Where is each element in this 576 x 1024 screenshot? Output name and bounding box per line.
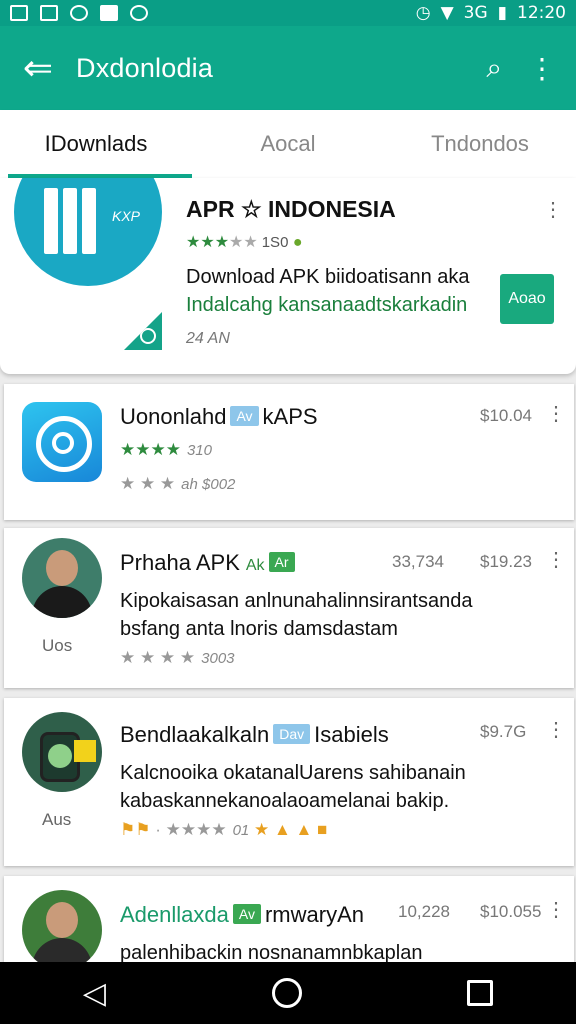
signal-text: 3G xyxy=(463,3,488,23)
item-title: Adenllaxda Av rmwaryAn xyxy=(120,902,364,927)
nav-home-button[interactable] xyxy=(271,978,302,1008)
featured-download-button[interactable]: Aoao xyxy=(500,274,554,324)
alarm-icon: ◷ xyxy=(415,3,431,23)
item-overflow-button[interactable]: ⋮ xyxy=(546,550,566,570)
tab-bar: IDownlads Aocal Tndondos xyxy=(0,110,576,178)
list-item[interactable]: Adenllaxda Av rmwaryAn 10,228 $10.055 ⋮ pa… xyxy=(4,876,574,962)
battery-icon: ▮ xyxy=(497,3,507,23)
navigation-bar: ◁ xyxy=(0,962,576,1024)
item-description-2: kabaskannekanoalaoamelanai bakip. xyxy=(120,790,450,812)
page-title: Dxdonlodia xyxy=(76,52,214,83)
face-icon xyxy=(130,5,148,21)
avatar xyxy=(22,712,102,792)
avatar xyxy=(22,890,102,962)
featured-size: 24 AN xyxy=(186,330,230,347)
item-rating: ⚑⚑ · ★★★★ 01 ★ ▲ ▲ ■ xyxy=(120,820,328,839)
status-bar: ◷ ▼ 3G ▮ 12:20 xyxy=(0,0,576,26)
featured-corner-icon xyxy=(124,312,162,350)
item-price: $10.04 xyxy=(480,406,532,425)
item-subtext: ★ ★ ★ ah $002 xyxy=(120,474,236,493)
list-item[interactable]: Uos Prhaha APK Ak Ar 33,734 $19.23 ⋮ Kipok… xyxy=(4,528,574,688)
item-price: $9.7G xyxy=(480,722,527,741)
item-badge: Av xyxy=(230,406,259,426)
wifi-icon: ▼ xyxy=(440,3,454,23)
featured-overflow-button[interactable]: ⋮ xyxy=(543,200,563,220)
item-overflow-button[interactable]: ⋮ xyxy=(546,404,566,424)
tab-trending[interactable]: Tndondos xyxy=(384,110,576,178)
featured-description-1: Download APK biidoatisann aka xyxy=(186,266,470,288)
app-logo-icon xyxy=(22,402,102,482)
app-bar: ⇐ Dxdonlodia ⌕ ⋮ xyxy=(0,26,576,110)
item-rating: ★ ★ ★ ★ 3003 xyxy=(120,648,235,667)
sync-icon xyxy=(70,5,88,21)
item-description-1: Kalcnooika okatanalUarens sahibanain xyxy=(120,762,466,784)
tab-local[interactable]: Aocal xyxy=(192,110,384,178)
back-arrow-icon: ⇐ xyxy=(22,47,54,88)
item-title: Prhaha APK Ak Ar xyxy=(120,550,299,576)
item-description-2: bsfang anta lnoris damsdastam xyxy=(120,618,398,640)
item-badge: Av xyxy=(232,904,261,924)
item-price: $10.055 xyxy=(480,902,542,921)
item-overflow-button[interactable]: ⋮ xyxy=(546,720,566,740)
item-description-1: palenhibackin nosnanamnbkaplan xyxy=(120,942,423,962)
tab-downloads[interactable]: IDownlads xyxy=(0,110,192,178)
clock: 12:20 xyxy=(517,3,566,23)
featured-description-2: Indalcahg kansanaadtskarkadin xyxy=(186,294,468,316)
item-badge: Ar xyxy=(268,552,295,572)
item-side-label: Aus xyxy=(42,810,72,829)
message-icon xyxy=(100,5,118,21)
nav-recents-button[interactable] xyxy=(467,980,494,1006)
search-button[interactable]: ⌕ xyxy=(486,52,502,85)
notification-icon xyxy=(10,5,28,21)
image-notification-icon xyxy=(40,5,58,21)
back-button[interactable]: ⇐ xyxy=(0,47,76,89)
item-overflow-button[interactable]: ⋮ xyxy=(546,900,566,920)
overflow-menu-button[interactable]: ⋮ xyxy=(528,52,556,85)
item-badge: Dav xyxy=(273,724,311,744)
featured-title: APR ☆ INDONESIA xyxy=(186,196,396,222)
list-item[interactable]: Uononlahd Av kAPS $10.04 ⋮ ★★★★ 310 ★ ★ ★ ah… xyxy=(4,384,574,520)
item-title: Bendlaakalkaln Dav Isabiels xyxy=(120,722,389,747)
item-price: $19.23 xyxy=(480,552,532,571)
item-rating: ★★★★ 310 xyxy=(120,440,212,459)
avatar xyxy=(22,538,102,618)
item-meta: 33,734 xyxy=(392,552,444,571)
featured-image: KXP xyxy=(0,178,166,354)
featured-rating: ★★★★★ 1S0 ● xyxy=(186,234,303,251)
list-item[interactable]: Aus Bendlaakalkaln Dav Isabiels $9.7G ⋮ Ka… xyxy=(4,698,574,866)
featured-logo: KXP xyxy=(14,178,162,286)
item-description-1: Kipokaisasan anlnunahalinnsirantsanda xyxy=(120,590,473,612)
nav-back-button[interactable]: ◁ xyxy=(83,976,106,1011)
item-side-label: Uos xyxy=(42,636,73,655)
featured-card[interactable]: KXP APR ☆ INDONESIA ★★★★★ 1S0 ● Download … xyxy=(0,178,576,374)
item-meta: 10,228 xyxy=(398,902,450,921)
item-title: Uononlahd Av kAPS xyxy=(120,404,318,429)
